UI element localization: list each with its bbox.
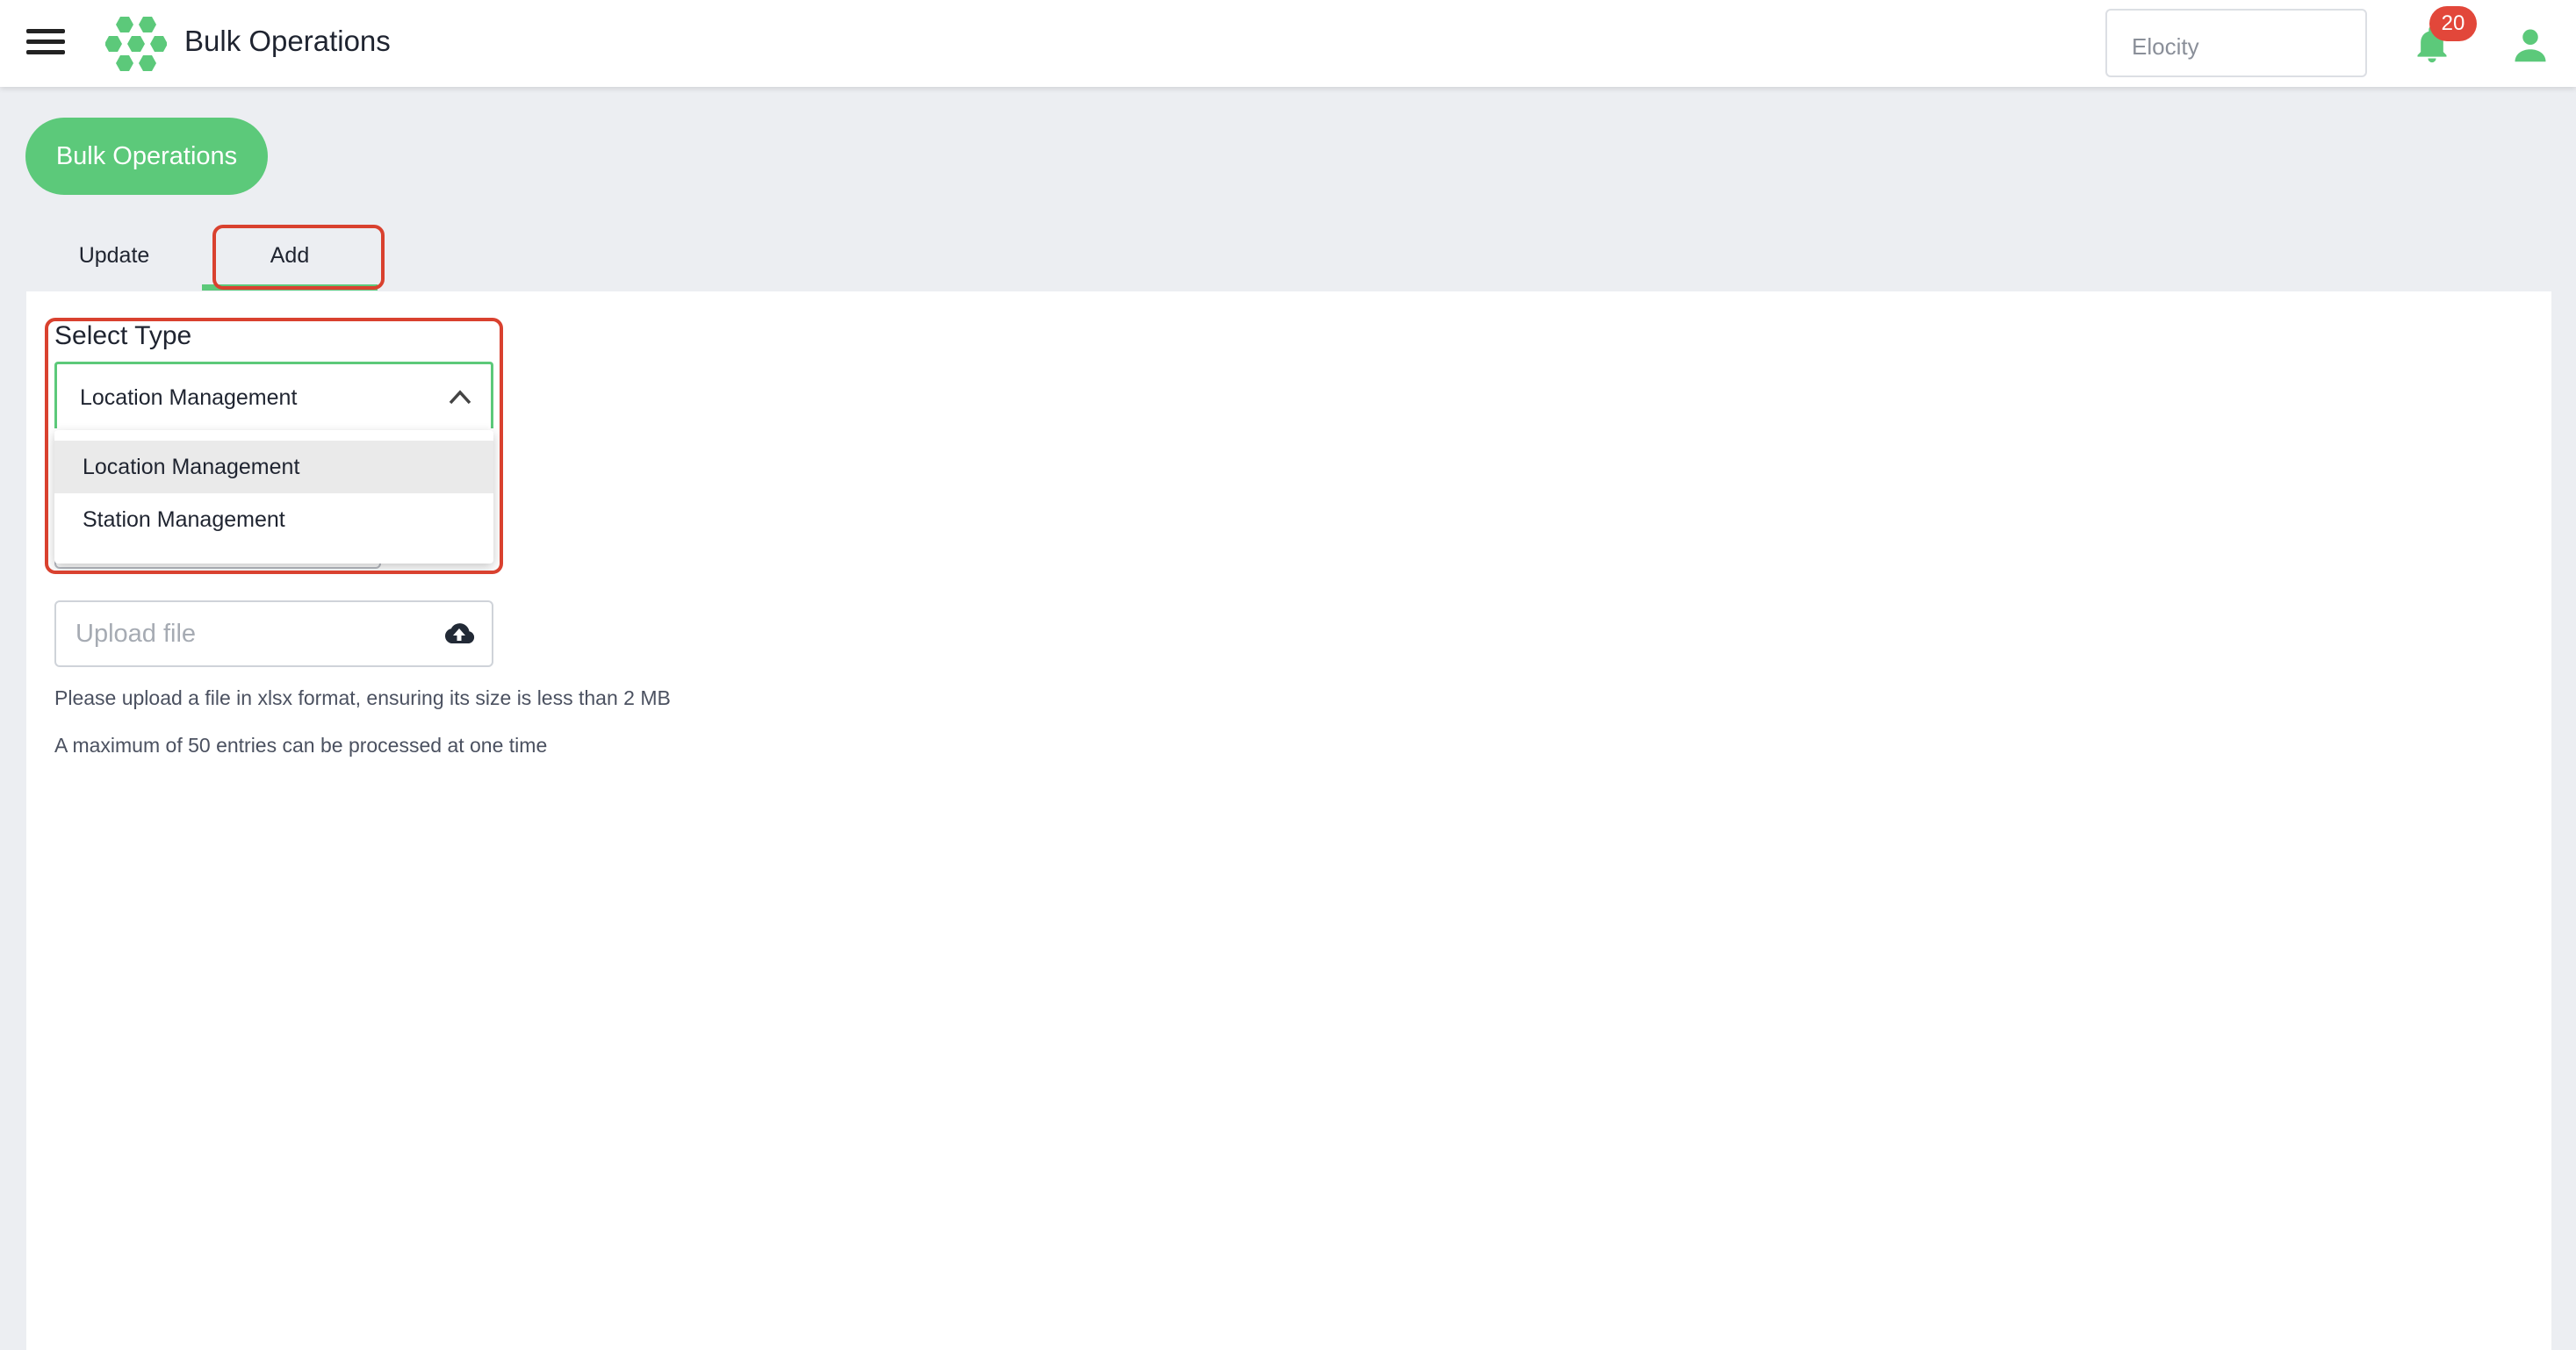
hexagon-logo-icon — [105, 17, 167, 71]
organization-select[interactable]: Elocity — [2105, 9, 2367, 77]
menu-icon[interactable] — [26, 29, 65, 59]
page-title-pill: Bulk Operations — [25, 118, 268, 195]
upload-placeholder: Upload file — [76, 620, 197, 648]
cloud-upload-icon[interactable] — [443, 620, 476, 648]
app-title: Bulk Operations — [184, 25, 391, 57]
top-app-bar: Bulk Operations Elocity 20 — [0, 0, 2576, 87]
select-type-highlight-annotation — [45, 318, 503, 574]
upload-file-input[interactable]: Upload file — [54, 600, 493, 667]
tab-update[interactable]: Update — [26, 219, 202, 293]
upload-help-text-limit: A maximum of 50 entries can be processed… — [54, 734, 548, 757]
add-tab-highlight-annotation — [212, 225, 385, 290]
user-icon[interactable] — [2511, 26, 2550, 63]
notification-count-badge: 20 — [2429, 6, 2477, 41]
upload-help-text-format: Please upload a file in xlsx format, ens… — [54, 686, 671, 709]
